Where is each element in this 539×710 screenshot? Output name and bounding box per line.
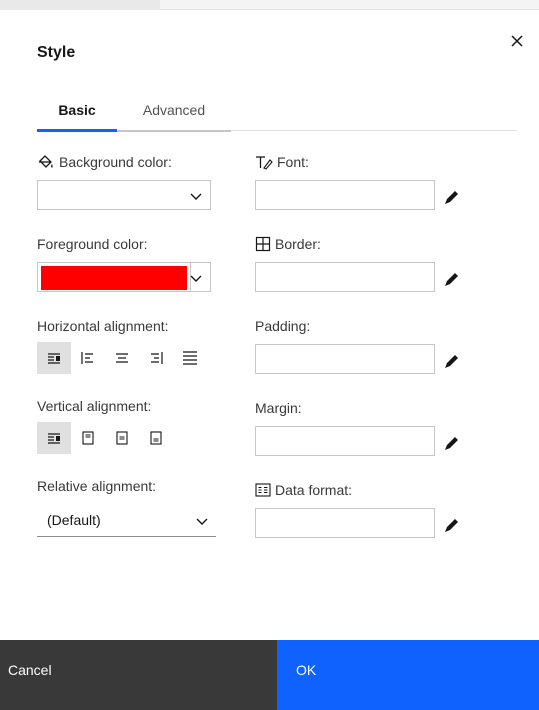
data-format-text: Data format: <box>275 482 353 498</box>
vertical-alignment-label: Vertical alignment: <box>37 398 151 414</box>
tab-advanced[interactable]: Advanced <box>117 90 231 132</box>
valign-bottom-button[interactable] <box>139 422 173 454</box>
horizontal-alignment-text: Horizontal alignment: <box>37 318 169 334</box>
dialog-title: Style <box>37 44 76 61</box>
relative-alignment-text: Relative alignment: <box>37 478 157 494</box>
halign-left-button[interactable] <box>71 342 105 374</box>
dialog-footer: Cancel OK <box>0 640 539 710</box>
chevron-down-icon <box>196 518 208 525</box>
background-color-text: Background color: <box>59 154 172 170</box>
halign-default-button[interactable] <box>37 342 71 374</box>
align-middle-icon <box>116 431 128 445</box>
paint-bucket-icon <box>39 155 53 168</box>
border-input[interactable] <box>255 262 435 292</box>
pencil-icon <box>445 437 458 450</box>
vertical-alignment-group <box>37 422 173 454</box>
cancel-button[interactable]: Cancel <box>0 640 277 710</box>
horizontal-alignment-label: Horizontal alignment: <box>37 318 169 334</box>
background-window-edge <box>160 0 539 10</box>
align-top-icon <box>82 431 94 445</box>
foreground-color-label: Foreground color: <box>37 236 148 252</box>
close-icon <box>511 35 523 47</box>
align-left-icon <box>81 352 93 364</box>
foreground-color-text: Foreground color: <box>37 236 148 252</box>
padding-label: Padding: <box>255 318 310 334</box>
valign-middle-button[interactable] <box>105 422 139 454</box>
pencil-icon <box>445 191 458 204</box>
align-right-icon <box>151 352 163 364</box>
font-text: Font: <box>277 154 309 170</box>
tab-list: Basic Advanced <box>37 90 517 132</box>
default-align-icon <box>48 433 60 444</box>
valign-top-button[interactable] <box>71 422 105 454</box>
foreground-color-select[interactable] <box>37 262 211 292</box>
margin-input[interactable] <box>255 426 435 456</box>
halign-justify-button[interactable] <box>173 342 207 374</box>
background-color-label: Background color: <box>37 154 172 170</box>
border-edit-button[interactable] <box>441 268 463 290</box>
default-align-icon <box>48 353 60 364</box>
align-bottom-icon <box>150 431 162 445</box>
valign-default-button[interactable] <box>37 422 71 454</box>
horizontal-alignment-group <box>37 342 207 374</box>
close-button[interactable] <box>506 30 528 52</box>
margin-edit-button[interactable] <box>441 432 463 454</box>
relative-alignment-value: (Default) <box>47 512 101 528</box>
data-format-icon <box>255 483 271 497</box>
margin-label: Margin: <box>255 400 302 416</box>
relative-alignment-select[interactable]: (Default) <box>37 505 216 537</box>
pencil-icon <box>445 273 458 286</box>
background-color-select[interactable] <box>37 180 211 210</box>
relative-alignment-label: Relative alignment: <box>37 478 156 494</box>
align-justify-icon <box>183 351 197 365</box>
tab-basic[interactable]: Basic <box>37 90 117 132</box>
halign-right-button[interactable] <box>139 342 173 374</box>
padding-text: Padding: <box>255 318 311 334</box>
vertical-alignment-text: Vertical alignment: <box>37 398 152 414</box>
border-text: Border: <box>275 236 321 252</box>
data-format-input[interactable] <box>255 508 435 538</box>
style-dialog: Style Basic Advanced Background color: F… <box>0 10 539 710</box>
align-center-icon <box>116 353 128 363</box>
text-font-icon <box>256 156 273 170</box>
pencil-icon <box>445 519 458 532</box>
border-label: Border: <box>255 236 321 252</box>
padding-input[interactable] <box>255 344 435 374</box>
chevron-down-icon <box>190 193 202 200</box>
font-edit-button[interactable] <box>441 186 463 208</box>
foreground-color-swatch <box>41 266 187 290</box>
font-input[interactable] <box>255 180 435 210</box>
pencil-icon <box>445 355 458 368</box>
padding-edit-button[interactable] <box>441 350 463 372</box>
data-format-edit-button[interactable] <box>441 514 463 536</box>
data-format-label: Data format: <box>255 482 352 498</box>
margin-text: Margin: <box>255 400 302 416</box>
ok-button[interactable]: OK <box>277 640 539 710</box>
font-label: Font: <box>255 154 309 170</box>
chevron-down-icon <box>190 275 202 282</box>
border-grid-icon <box>255 236 271 252</box>
halign-center-button[interactable] <box>105 342 139 374</box>
